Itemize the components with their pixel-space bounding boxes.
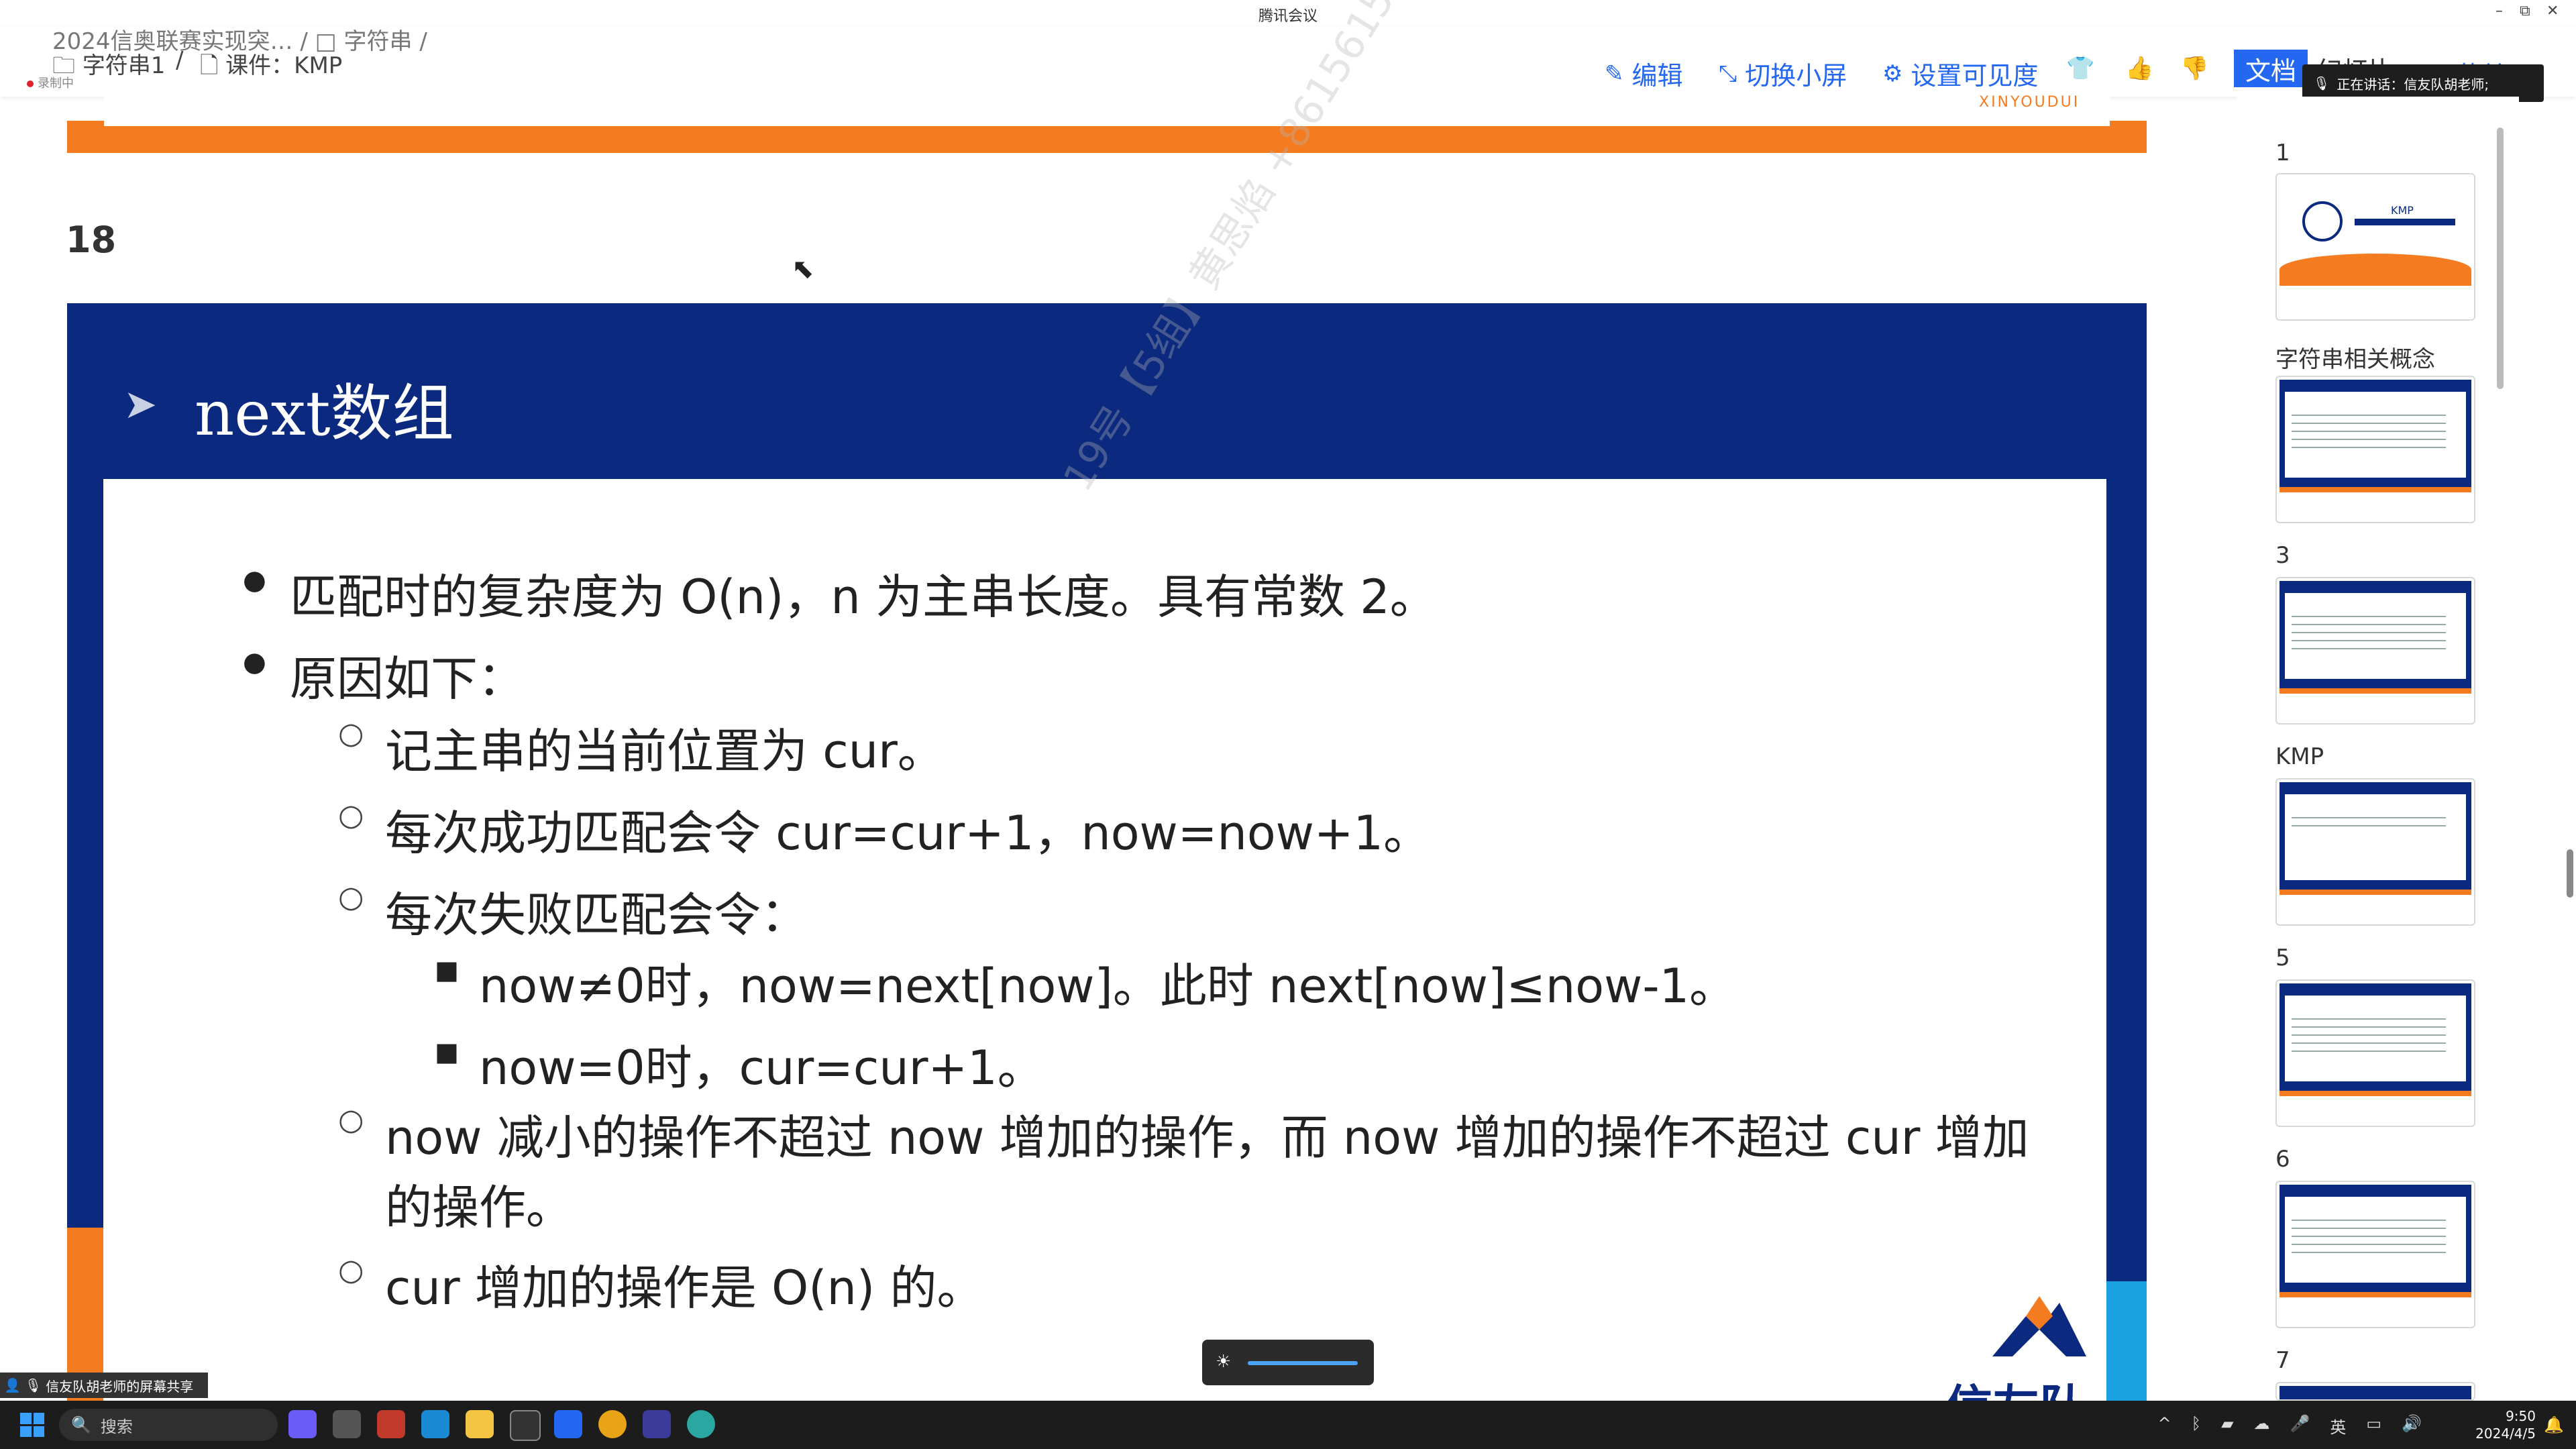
app-icon-chrome[interactable] (598, 1410, 627, 1438)
microphone-icon: 🎙 (24, 1377, 42, 1393)
thumbnail-label: 3 (2275, 542, 2290, 569)
sub-bullet-item: 记主串的当前位置为 cur。 (338, 714, 945, 782)
brightness-icon[interactable]: ☀ (1216, 1352, 1231, 1372)
close-button[interactable]: ✕ (2546, 3, 2559, 19)
switch-small-screen-button[interactable]: ⤡ 切换小屏 (1719, 55, 1847, 92)
mouse-cursor-icon: ⬉ (792, 254, 814, 284)
notification-bell-icon[interactable]: 🔔 (2544, 1415, 2564, 1434)
thumbs-down-icon: 👎 (2180, 55, 2209, 82)
document-tab[interactable]: 文档 (2234, 50, 2308, 87)
sub-bullet-item: 每次成功匹配会令 cur=cur+1，now=now+1。 (338, 796, 1430, 863)
thumbs-up-icon: 👍 (2125, 55, 2154, 82)
dislike-button[interactable]: 👎 (2180, 55, 2208, 82)
slide-content: 匹配时的复杂度为 O(n)，n 为主串长度。具有常数 2。 原因如下： 记主串的… (103, 479, 2106, 1402)
gear-icon: ⚙ (1882, 60, 1903, 87)
sub-bullet-item: 每次失败匹配会令： (338, 877, 808, 945)
breadcrumb-separator: / (176, 47, 184, 74)
thumbnail-slide-1[interactable]: KMP (2275, 173, 2475, 321)
visibility-settings-button[interactable]: ⚙ 设置可见度 (1882, 55, 2039, 92)
sub-bullet-continuation: 的操作。 (385, 1180, 573, 1235)
floating-control-bar[interactable]: ☀ (1202, 1340, 1374, 1385)
search-icon: 🔍 (71, 1415, 91, 1434)
app-icon-tool[interactable] (510, 1410, 541, 1441)
display-icon[interactable]: ▭ (2366, 1414, 2381, 1438)
thumbnail-scrollbar[interactable] (2497, 127, 2504, 389)
thumbnail-label: 6 (2275, 1146, 2290, 1173)
share-button[interactable]: 👕 (2066, 55, 2094, 82)
thumbnail-slide-4[interactable] (2275, 778, 2475, 926)
floating-slider[interactable] (1248, 1361, 1358, 1365)
sub-bullet-item: cur 增加的操作是 O(n) 的。 (338, 1250, 984, 1318)
sub-bullet-item: now 减小的操作不超过 now 增加的操作，而 now 增加的操作不超过 cu… (338, 1100, 2029, 1168)
screen-share-label: 👤 🎙 信友队胡老师的屏幕共享 (0, 1373, 208, 1398)
bullet-item: 原因如下： (243, 641, 525, 709)
app-icon-browser[interactable] (687, 1410, 715, 1438)
app-icon-copilot[interactable] (288, 1410, 317, 1438)
thumbnail-cover-text: KMP (2391, 204, 2414, 217)
previous-slide-body (104, 97, 2110, 126)
breadcrumb-file-label: 课件：KMP (225, 52, 343, 79)
app-icon-devcpp[interactable] (643, 1410, 671, 1438)
recording-indicator: 录制中 (27, 74, 74, 91)
logo-text: 信友队 (1945, 1370, 2086, 1402)
taskbar-clock[interactable]: 9:50 2024/4/5 (2475, 1407, 2536, 1442)
thumbnail-slide-3[interactable] (2275, 577, 2475, 724)
microphone-icon: 🎙 (2313, 75, 2330, 91)
thumbnail-slide-2[interactable] (2275, 376, 2475, 523)
bluetooth-icon[interactable]: ᛒ (2192, 1414, 2201, 1438)
minimize-button[interactable]: – (2496, 3, 2503, 19)
windows-start-icon[interactable] (20, 1413, 44, 1437)
bullet-item: 匹配时的复杂度为 O(n)，n 为主串长度。具有常数 2。 (243, 559, 1437, 627)
taskbar-search[interactable]: 🔍 搜索 (59, 1409, 278, 1441)
shrink-icon: ⤡ (1719, 60, 1737, 87)
sub-sub-bullet-item: now≠0时，now=next[now]。此时 next[now]≤now-1。 (435, 949, 1736, 1016)
clock-date: 2024/4/5 (2475, 1426, 2536, 1442)
volume-icon[interactable]: 🔊 (2402, 1414, 2422, 1438)
previous-slide-logo: XINYOUDUI (1979, 94, 2080, 111)
sub-sub-bullet-item: now=0时，cur=cur+1。 (435, 1030, 1044, 1098)
system-tray: ^ ᛒ ▰ ☁ 🎤 英 ▭ 🔊 (2158, 1414, 2422, 1438)
thumbnail-slide-6[interactable] (2275, 1181, 2475, 1328)
cyan-corner-decoration (2106, 1281, 2147, 1402)
microphone-icon[interactable]: 🎤 (2290, 1414, 2310, 1438)
network-icon[interactable]: ▰ (2221, 1414, 2233, 1438)
thumbnail-label: 1 (2275, 140, 2290, 166)
app-icon-tencent-meeting[interactable] (554, 1410, 582, 1438)
slide-number: 18 (66, 219, 117, 261)
app-icon-file-explorer[interactable] (466, 1410, 494, 1438)
breadcrumb-folder-label: 字符串1 (82, 52, 166, 79)
shirt-icon: 👕 (2066, 55, 2095, 82)
app-icon-teams[interactable] (377, 1410, 405, 1438)
thumbnail-label: 5 (2275, 945, 2290, 971)
app-icon-edge[interactable] (421, 1410, 449, 1438)
xinyoudui-logo-icon (1992, 1296, 2086, 1356)
restore-button[interactable]: ⧉ (2520, 3, 2530, 19)
slide-title: next数组 (195, 378, 454, 449)
arrow-icon: ➤ (123, 381, 158, 428)
like-button[interactable]: 👍 (2125, 55, 2153, 82)
recording-dot-icon (27, 80, 34, 87)
edit-button[interactable]: ✎ 编辑 (1605, 55, 1683, 92)
file-icon: 🗋 (200, 52, 219, 79)
thumbnail-label: KMP (2275, 743, 2324, 770)
chevron-up-icon[interactable]: ^ (2158, 1414, 2171, 1438)
thumbnail-slide-7[interactable] (2275, 1382, 2475, 1401)
clock-time: 9:50 (2506, 1408, 2536, 1424)
user-icon: 👤 (4, 1377, 21, 1393)
thumbnail-label: 7 (2275, 1347, 2290, 1374)
thumbnail-label: 字符串相关概念 (2275, 346, 2435, 373)
logo-icon (2302, 201, 2343, 241)
thumbnail-slide-5[interactable] (2275, 979, 2475, 1127)
input-method-indicator[interactable]: 英 (2330, 1414, 2346, 1438)
app-icon-task-view[interactable] (333, 1410, 361, 1438)
window-scrollbar[interactable] (2567, 849, 2573, 898)
taskbar: 🔍 搜索 ^ ᛒ ▰ ☁ 🎤 英 ▭ 🔊 9:50 2024/4/5 🔔 (0, 1401, 2576, 1449)
pencil-icon: ✎ (1605, 60, 1624, 87)
cloud-icon[interactable]: ☁ (2254, 1414, 2270, 1438)
breadcrumb-file[interactable]: 🗋 课件：KMP (200, 47, 342, 88)
